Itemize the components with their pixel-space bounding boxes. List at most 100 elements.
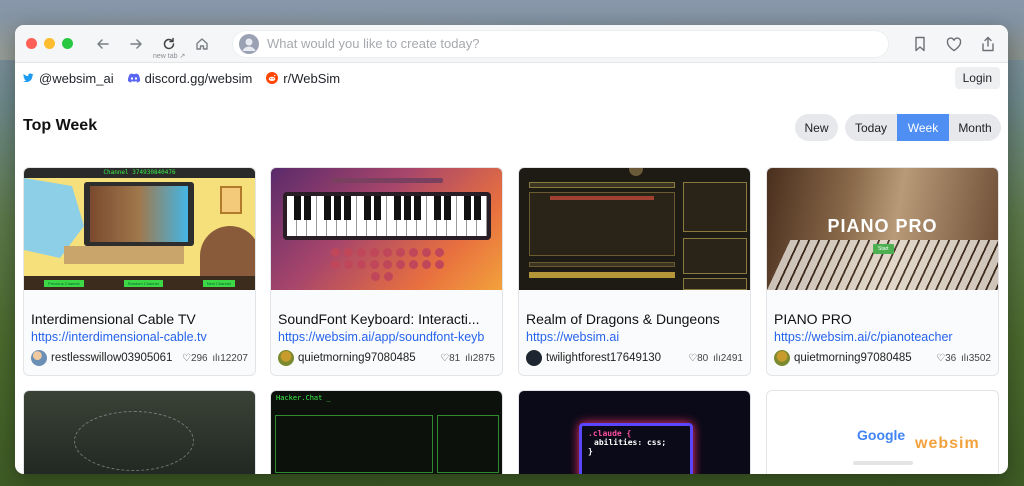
start-button[interactable]: Start <box>873 244 894 254</box>
card-title[interactable]: PIANO PRO <box>774 311 991 327</box>
likes-count: 36 <box>945 352 957 364</box>
navigation-controls: new tab ↗ <box>91 32 214 60</box>
discord-icon <box>127 73 140 83</box>
random-channel-button[interactable]: Random Channel <box>123 279 163 287</box>
share-icon[interactable] <box>978 34 998 54</box>
views-count: 2875 <box>472 352 495 364</box>
project-card[interactable]: PIANO PRO Start PIANO PRO https://websim… <box>766 167 999 376</box>
code-line: } <box>588 447 593 456</box>
character-head <box>200 226 255 280</box>
google-logo-text: Google <box>857 427 906 443</box>
heart-icon[interactable] <box>944 34 964 54</box>
game-log-panel <box>529 192 675 256</box>
inventory-panel <box>683 238 747 274</box>
project-card[interactable]: SoundFont Keyboard: Interacti... https:/… <box>270 167 503 376</box>
sound-pad <box>409 248 418 257</box>
twitter-link[interactable]: @websim_ai <box>23 71 114 86</box>
black-key <box>433 196 441 220</box>
attributes-panel <box>683 182 747 232</box>
project-thumbnail[interactable]: PIANO PRO Start <box>767 168 998 290</box>
toolbar-strip <box>331 178 443 183</box>
card-url[interactable]: https://websim.ai/app/soundfont-keyb <box>278 330 495 344</box>
black-key <box>413 196 421 220</box>
reddit-link[interactable]: r/WebSim <box>266 71 340 86</box>
login-button[interactable]: Login <box>954 67 1000 89</box>
sound-pad <box>383 248 392 257</box>
table-shape <box>64 246 184 264</box>
card-title[interactable]: SoundFont Keyboard: Interacti... <box>278 311 495 327</box>
today-filter-button[interactable]: Today <box>845 114 897 141</box>
close-window-button[interactable] <box>26 38 37 49</box>
game-title-bar <box>529 182 675 188</box>
new-tab-label[interactable]: new tab ↗ <box>153 52 185 60</box>
address-bar[interactable] <box>232 29 889 58</box>
card-url[interactable]: https://interdimensional-cable.tv <box>31 330 248 344</box>
avatar[interactable] <box>774 350 790 366</box>
month-filter-button[interactable]: Month <box>949 114 1001 141</box>
project-card-thumbnail[interactable]: Hacker.Chat _ <box>270 390 503 474</box>
toolbar-actions <box>910 34 998 54</box>
sound-pad <box>344 248 353 257</box>
back-arrow-icon[interactable] <box>91 32 115 56</box>
submit-bar <box>529 272 675 278</box>
thumbnail-heading: PIANO PRO <box>827 216 938 236</box>
likes-count: 296 <box>190 352 208 364</box>
project-card-thumbnail[interactable]: Google websim <box>766 390 999 474</box>
black-key <box>393 196 401 220</box>
project-thumbnail[interactable] <box>271 168 502 290</box>
project-card-thumbnail[interactable]: .claude { abilities: css; } <box>518 390 751 474</box>
previous-channel-button[interactable]: Previous Channel <box>44 279 84 287</box>
minimize-window-button[interactable] <box>44 38 55 49</box>
keyboard-frame <box>283 192 491 240</box>
black-key <box>463 196 471 220</box>
card-stats: ♡80 ılı2491 <box>688 353 743 364</box>
heart-icon: ♡ <box>936 352 946 364</box>
sound-pads <box>331 248 444 288</box>
sound-pad <box>384 272 393 281</box>
card-username[interactable]: quietmorning97080485 <box>298 352 440 364</box>
new-filter-button[interactable]: New <box>795 114 838 141</box>
bookmark-icon[interactable] <box>910 34 930 54</box>
heart-icon: ♡ <box>688 352 698 364</box>
card-url[interactable]: https://websim.ai/c/pianoteacher <box>774 330 991 344</box>
project-card[interactable]: Channel 374930840476 Previous Channel Ra… <box>23 167 256 376</box>
section-header: Top Week New Today Week Month <box>15 93 1008 159</box>
next-channel-button[interactable]: Next Channel <box>202 279 235 287</box>
card-stats: ♡36 ılı3502 <box>936 353 991 364</box>
card-username[interactable]: quietmorning97080485 <box>794 352 936 364</box>
sound-pad <box>396 260 405 269</box>
week-filter-button[interactable]: Week <box>897 114 949 141</box>
project-card-thumbnail[interactable] <box>23 390 256 474</box>
card-url[interactable]: https://websim.ai <box>526 330 743 344</box>
piano-keys <box>287 196 487 236</box>
websim-logo: websim <box>915 435 980 452</box>
project-thumbnail[interactable]: Channel 374930840476 Previous Channel Ra… <box>24 168 255 290</box>
views-icon: ılı <box>960 352 969 364</box>
discord-link[interactable]: discord.gg/websim <box>127 71 252 86</box>
avatar[interactable] <box>278 350 294 366</box>
views-count: 2491 <box>720 352 743 364</box>
maximize-window-button[interactable] <box>62 38 73 49</box>
home-icon[interactable] <box>190 32 214 56</box>
heart-icon: ♡ <box>440 352 450 364</box>
project-thumbnail[interactable] <box>519 168 750 290</box>
card-stats: ♡81 ılı2875 <box>440 353 495 364</box>
ring-animation <box>74 411 194 471</box>
reddit-icon <box>266 72 279 84</box>
forward-arrow-icon[interactable] <box>124 32 148 56</box>
user-avatar-icon[interactable] <box>239 33 259 54</box>
command-input <box>529 262 675 267</box>
card-title[interactable]: Realm of Dragons & Dungeons <box>526 311 743 327</box>
sound-pad <box>344 260 353 269</box>
avatar[interactable] <box>526 350 542 366</box>
quests-panel <box>683 278 747 290</box>
avatar[interactable] <box>31 350 47 366</box>
black-key <box>443 196 451 220</box>
card-title[interactable]: Interdimensional Cable TV <box>31 311 248 327</box>
project-card[interactable]: Realm of Dragons & Dungeons https://webs… <box>518 167 751 376</box>
prompt-input[interactable] <box>267 36 867 51</box>
code-line: .claude { <box>588 429 632 438</box>
card-username[interactable]: twilightforest17649130 <box>546 352 688 364</box>
sound-pad <box>435 248 444 257</box>
card-username[interactable]: restlesswillow03905061 <box>51 352 182 364</box>
